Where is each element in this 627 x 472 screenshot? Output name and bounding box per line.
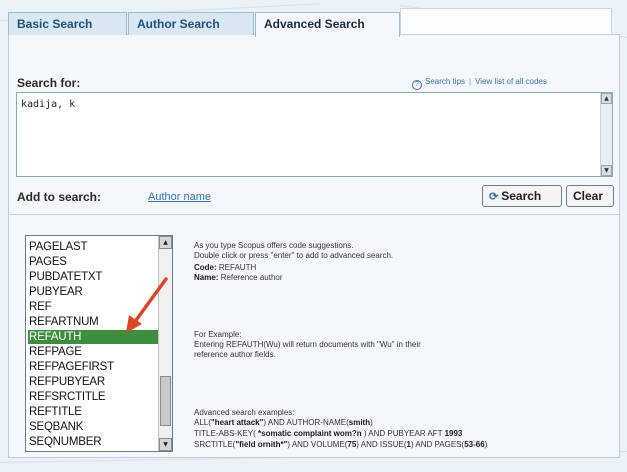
help-name-line: Name: Reference author xyxy=(194,273,283,283)
tab-bar-filler xyxy=(400,8,612,35)
scroll-thumb[interactable] xyxy=(160,376,171,426)
section-divider xyxy=(8,214,620,215)
field-code-list[interactable]: PAGELAST PAGES PUBDATETXT PUBYEAR REF REFARTN… xyxy=(25,235,173,452)
for-example-heading: For Example: xyxy=(194,330,242,339)
tab-basic-search[interactable]: Basic Search xyxy=(8,12,127,35)
search-button-label: Search xyxy=(501,189,542,203)
help-intro-line-2: Double click or press "enter" to add to … xyxy=(194,251,394,260)
search-for-label: Search for: xyxy=(17,76,81,90)
example-text: ) xyxy=(484,440,488,449)
name-value: Reference author xyxy=(220,273,283,282)
code-list-item[interactable]: SEQBANK xyxy=(28,420,158,434)
example-text: 75 xyxy=(347,440,357,449)
search-button[interactable]: ⟳ Search xyxy=(482,185,562,207)
code-value: REFAUTH xyxy=(218,263,257,272)
name-label: Name: xyxy=(194,273,219,282)
refresh-icon: ⟳ xyxy=(489,191,499,203)
example-text: TITLE-ABS-KEY( xyxy=(194,429,256,438)
scroll-down-icon[interactable]: ▼ xyxy=(159,438,172,451)
link-separator: | xyxy=(469,77,472,86)
example-text: "heart attack" xyxy=(210,418,264,427)
example-text: *somatic complaint wom?n xyxy=(255,429,364,438)
search-query-input[interactable]: kadija, k ▲ ▼ xyxy=(16,92,613,177)
example-text: ALL( xyxy=(194,418,211,427)
pointer-arrow-icon xyxy=(126,277,168,333)
add-to-search-label: Add to search: xyxy=(17,190,102,204)
example-text: "field ornith*" xyxy=(235,440,288,449)
code-list-item[interactable]: SEQNUMBER xyxy=(28,435,158,449)
tab-author-search[interactable]: Author Search xyxy=(128,12,254,35)
advanced-example-3: SRCTITLE("field ornith*") AND VOLUME(75)… xyxy=(194,440,487,450)
example-text: ) AND AUTHOR-NAME( xyxy=(263,418,349,427)
example-text: ) AND PAGES( xyxy=(410,440,465,449)
help-code-line: Code: REFAUTH xyxy=(194,263,256,273)
help-intro-line-1: As you type Scopus offers code suggestio… xyxy=(194,241,354,250)
view-all-codes-link[interactable]: View list of all codes xyxy=(475,77,547,86)
example-text: ) AND VOLUME( xyxy=(287,440,348,449)
code-list-item[interactable]: PAGES xyxy=(28,255,158,269)
code-list-item[interactable]: REFPAGEFIRST xyxy=(28,360,158,374)
scroll-up-icon[interactable]: ▲ xyxy=(601,93,612,104)
advanced-examples-heading: Advanced search examples: xyxy=(194,408,295,417)
code-list-scrollbar[interactable]: ▲ ▼ xyxy=(158,236,172,451)
scroll-down-icon[interactable]: ▼ xyxy=(601,165,612,176)
code-list-item[interactable]: REFPAGE xyxy=(28,345,158,359)
code-list-item[interactable]: REFSRCTITLE xyxy=(28,390,158,404)
example-text: 53-66 xyxy=(464,440,485,449)
advanced-example-2: TITLE-ABS-KEY( *somatic complaint wom?n … xyxy=(194,429,462,439)
code-label: Code: xyxy=(194,263,217,272)
scroll-up-icon[interactable]: ▲ xyxy=(159,236,172,249)
search-help-links: ? Search tips | View list of all codes xyxy=(412,77,547,90)
code-list-item[interactable]: PAGELAST xyxy=(28,240,158,254)
code-list-item[interactable]: REFTITLE xyxy=(28,405,158,419)
example-text: 1993 xyxy=(444,429,463,438)
example-line-2: reference author fields. xyxy=(194,350,276,359)
code-list-item[interactable]: REFPUBYEAR xyxy=(28,375,158,389)
advanced-example-1: ALL("heart attack") AND AUTHOR-NAME(smit… xyxy=(194,418,373,428)
example-text: SRCTITLE( xyxy=(194,440,236,449)
search-tips-link[interactable]: Search tips xyxy=(425,77,465,86)
author-name-link[interactable]: Author name xyxy=(148,191,211,203)
tab-advanced-search[interactable]: Advanced Search xyxy=(255,12,400,37)
example-text: ) xyxy=(370,418,373,427)
search-query-text: kadija, k xyxy=(21,99,76,110)
clear-button[interactable]: Clear xyxy=(566,185,614,207)
example-text: smith xyxy=(348,418,371,427)
example-text: ) AND ISSUE( xyxy=(356,440,407,449)
query-scrollbar[interactable]: ▲ ▼ xyxy=(600,93,612,176)
info-icon: ? xyxy=(412,80,422,90)
example-text: ) AND PUBYEAR AFT xyxy=(363,429,445,438)
example-line-1: Entering REFAUTH(Wu) will return documen… xyxy=(194,340,421,349)
